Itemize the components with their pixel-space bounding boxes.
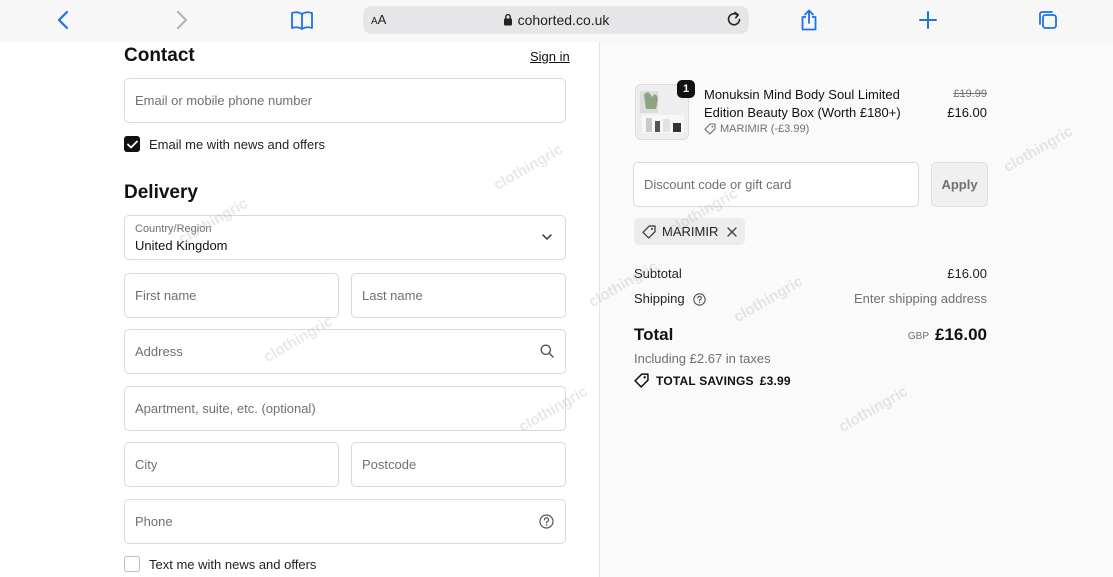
- subtotal-value: £16.00: [947, 266, 987, 281]
- share-icon: [801, 9, 817, 31]
- email-news-label: Email me with news and offers: [149, 136, 326, 152]
- discount-code-placeholder: Discount code or gift card: [644, 177, 792, 192]
- country-value: United Kingdom: [135, 238, 228, 253]
- sms-news-checkbox[interactable]: Text me with news and offers: [124, 556, 316, 572]
- checkmark-icon: [126, 140, 138, 148]
- reload-button[interactable]: [725, 10, 743, 33]
- tag-icon: [642, 224, 656, 239]
- address-bar[interactable]: AA cohorted.co.uk: [363, 6, 749, 34]
- postcode-field[interactable]: Postcode: [351, 442, 566, 487]
- country-select[interactable]: Country/Region United Kingdom: [124, 215, 566, 260]
- address-placeholder: Address: [135, 344, 183, 359]
- subtotal-label: Subtotal: [634, 266, 682, 281]
- help-circle-icon[interactable]: [539, 514, 554, 529]
- shipping-label: Shipping: [634, 291, 685, 306]
- bookmarks-button[interactable]: [287, 6, 317, 34]
- phone-placeholder: Phone: [135, 514, 173, 529]
- search-icon: [540, 344, 554, 358]
- lock-icon: [503, 13, 512, 26]
- apartment-field[interactable]: Apartment, suite, etc. (optional): [124, 386, 566, 431]
- tabs-icon: [1039, 11, 1057, 29]
- forward-button[interactable]: [167, 6, 197, 34]
- shipping-value: Enter shipping address: [854, 291, 987, 306]
- first-name-placeholder: First name: [135, 288, 197, 303]
- chevron-left-icon: [57, 10, 69, 30]
- original-price: £19.99: [953, 88, 987, 100]
- taxes-note: Including £2.67 in taxes: [634, 351, 771, 366]
- first-name-field[interactable]: First name: [124, 273, 339, 318]
- applied-discount-chip: MARIMIR: [634, 218, 746, 245]
- chevron-right-icon: [176, 10, 188, 30]
- last-name-placeholder: Last name: [362, 288, 423, 303]
- sms-news-label: Text me with news and offers: [149, 556, 317, 572]
- order-summary: 1 Monuksin Mind Body Soul Limited Editio…: [599, 42, 1113, 577]
- book-icon: [291, 11, 313, 30]
- plus-icon: [919, 11, 937, 29]
- remove-discount-button[interactable]: [727, 226, 738, 237]
- city-field[interactable]: City: [124, 442, 339, 487]
- total-savings: TOTAL SAVINGS £3.99: [634, 373, 791, 388]
- total-value: £16.00: [935, 325, 987, 344]
- product-discount-text: MARIMIR (-£3.99): [720, 123, 810, 135]
- close-icon: [727, 226, 738, 237]
- help-circle-icon[interactable]: [693, 293, 706, 306]
- email-field[interactable]: Email or mobile phone number: [124, 78, 566, 123]
- checkbox-checked[interactable]: [124, 136, 140, 152]
- tabs-overview-button[interactable]: [1033, 6, 1063, 34]
- email-placeholder: Email or mobile phone number: [135, 93, 313, 108]
- country-label: Country/Region: [135, 223, 212, 235]
- tag-icon: [634, 373, 649, 388]
- back-button[interactable]: [48, 6, 78, 34]
- share-button[interactable]: [794, 6, 824, 34]
- email-news-checkbox[interactable]: Email me with news and offers: [124, 136, 325, 152]
- url-text: cohorted.co.uk: [517, 12, 610, 28]
- product-name: Monuksin Mind Body Soul Limited Edition …: [704, 87, 901, 120]
- apartment-placeholder: Apartment, suite, etc. (optional): [135, 401, 316, 416]
- reload-icon: [727, 11, 741, 26]
- checkout-form: Contact Sign in Email or mobile phone nu…: [0, 42, 599, 577]
- address-field[interactable]: Address: [124, 329, 566, 374]
- chevron-down-icon: [542, 234, 552, 240]
- discount-code-field[interactable]: Discount code or gift card: [633, 162, 919, 207]
- shipping-row: Shipping: [634, 291, 706, 306]
- sign-in-link[interactable]: Sign in: [530, 49, 570, 64]
- applied-discount-code: MARIMIR: [662, 224, 719, 239]
- postcode-placeholder: Postcode: [362, 457, 417, 472]
- total-savings-value: £3.99: [759, 373, 791, 388]
- browser-toolbar: AA cohorted.co.uk: [0, 0, 1113, 42]
- phone-field[interactable]: Phone: [124, 499, 566, 544]
- total-savings-label: TOTAL SAVINGS: [656, 373, 754, 388]
- checkbox-unchecked[interactable]: [124, 556, 140, 572]
- total-label: Total: [634, 325, 674, 344]
- item-price: £16.00: [947, 105, 987, 120]
- tag-icon: [704, 123, 716, 135]
- total-value-row: GBP £16.00: [908, 325, 987, 345]
- last-name-field[interactable]: Last name: [351, 273, 566, 318]
- quantity-badge: 1: [677, 80, 695, 98]
- city-placeholder: City: [135, 457, 158, 472]
- contact-heading: Contact: [124, 45, 195, 66]
- delivery-heading: Delivery: [124, 182, 198, 203]
- total-currency: GBP: [907, 331, 929, 342]
- new-tab-button[interactable]: [913, 6, 943, 34]
- apply-button[interactable]: Apply: [931, 162, 988, 207]
- product-discount: MARIMIR (-£3.99): [704, 123, 809, 135]
